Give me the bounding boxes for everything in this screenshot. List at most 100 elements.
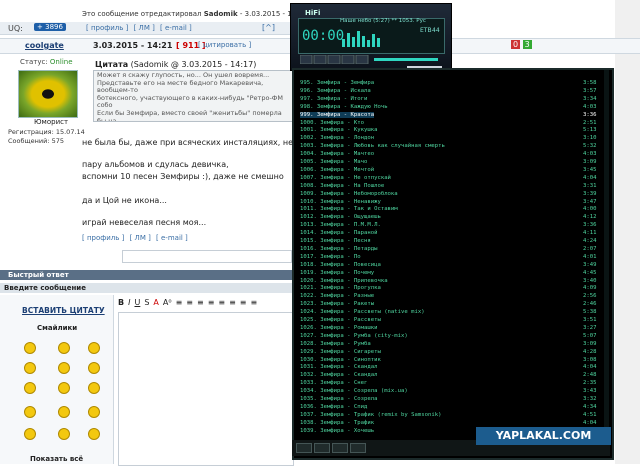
email-link[interactable]: [ e-mail ] [156, 234, 188, 242]
playlist-item[interactable]: 995. Земфира - Земфира 3:58 [300, 80, 596, 86]
playlist-item[interactable]: 1006. Земфира - Мечтой 3:45 [300, 167, 596, 173]
profile-link[interactable]: [ профиль ] [82, 234, 124, 242]
playlist-misc-button[interactable] [350, 443, 366, 453]
email-link[interactable]: [ e-mail ] [160, 24, 192, 32]
jump-select[interactable] [122, 250, 292, 263]
uq-badge[interactable]: + 3896 [34, 23, 66, 31]
playlist-item[interactable]: 997. Земфира - Итоги 3:34 [300, 96, 596, 102]
avatar[interactable] [18, 70, 78, 118]
smiley-icon[interactable] [88, 382, 100, 394]
smiley-icon[interactable] [88, 406, 100, 418]
toolbar-button[interactable]: ≡ [176, 298, 183, 307]
quote-link[interactable]: [ цитировать ] [198, 41, 251, 49]
profile-link[interactable]: [ профиль ] [86, 24, 128, 32]
toolbar-button[interactable]: ≡ [240, 298, 247, 307]
playlist-item[interactable]: 1000. Земфира - Кто 2:51 [300, 120, 596, 126]
message-textarea[interactable] [118, 312, 294, 466]
playlist-item[interactable]: 1002. Земфира - Лондон 3:10 [300, 135, 596, 141]
playlist-item[interactable]: 1004. Земфира - Мачтео 4:03 [300, 151, 596, 157]
author-nick[interactable]: coolgate [25, 41, 64, 50]
playlist-item[interactable]: 999. Земфира - Красота 3:36 [300, 111, 596, 118]
toolbar-button[interactable]: A [153, 298, 158, 307]
playlist-item[interactable]: 1012. Земфира - Ощущаешь 4:12 [300, 214, 596, 220]
playlist-item[interactable]: 1025. Земфира - Рассветы 3:51 [300, 317, 596, 323]
smiley-icon[interactable] [58, 428, 70, 440]
show-all-smileys[interactable]: Показать всё [30, 455, 83, 463]
playlist-item[interactable]: 1031. Земфира - Скандал 4:04 [300, 364, 596, 370]
playlist-item[interactable]: 1032. Земфира - Скандал 2:48 [300, 372, 596, 378]
smiley-icon[interactable] [58, 406, 70, 418]
playlist-item[interactable]: 1024. Земфира - Рассветы (native mix) 5:3… [300, 309, 596, 315]
playlist-select-button[interactable] [332, 443, 348, 453]
playlist-item[interactable]: 1010. Земфира - Ненавижу 3:47 [300, 199, 596, 205]
rating-down[interactable]: 0 [511, 40, 521, 49]
playlist-item[interactable]: 1013. Земфира - П.М.М.Л. 3:36 [300, 222, 596, 228]
smiley-icon[interactable] [24, 342, 36, 354]
playlist-item[interactable]: 1037. Земфира - Трафик (remix by Samsoni… [300, 412, 596, 418]
track-duration: 3:39 [583, 190, 597, 197]
playlist-item[interactable]: 1033. Земфира - Снег 2:35 [300, 380, 596, 386]
playlist-item[interactable]: 1020. Земфира - Припевочка 3:40 [300, 278, 596, 284]
pm-link[interactable]: [ ЛМ ] [134, 24, 155, 32]
playlist-item[interactable]: 1008. Земфира - На Пошлое 3:31 [300, 183, 596, 189]
toolbar-button[interactable]: ≡ [251, 298, 258, 307]
smiley-icon[interactable] [88, 342, 100, 354]
playlist-scrollbar[interactable] [604, 70, 609, 438]
rating-up[interactable]: 3 [522, 40, 532, 49]
track-name: 1027. Земфира - Румба (city-mix) [300, 332, 408, 339]
playlist-item[interactable]: 1011. Земфира - Так и Оставим 4:00 [300, 206, 596, 212]
playlist-item[interactable]: 1001. Земфира - Кукушка 5:13 [300, 127, 596, 134]
playlist-item[interactable]: 1034. Земфира - Созрела (mix.ua) 3:43 [300, 388, 596, 394]
smiley-icon[interactable] [24, 382, 36, 394]
playlist-item[interactable]: 1022. Земфира - Разные 2:56 [300, 293, 596, 299]
smiley-icon[interactable] [24, 362, 36, 374]
playlist-item[interactable]: 1030. Земфира - Синоптик 3:08 [300, 357, 596, 363]
toolbar-button[interactable]: ≡ [197, 298, 204, 307]
playlist-item[interactable]: 996. Земфира - Искала 3:57 [300, 88, 596, 94]
playlist-item[interactable]: 1016. Земфира - Петарды 2:07 [300, 246, 596, 252]
smiley-icon[interactable] [58, 342, 70, 354]
playlist-item[interactable]: 1036. Земфира - Спид 4:34 [300, 404, 596, 410]
toolbar-button[interactable]: ≡ [218, 298, 225, 307]
playlist-item[interactable]: 1018. Земфира - Повесица 3:49 [300, 262, 596, 268]
playlist-item[interactable]: 1035. Земфира - Созрела 3:32 [300, 396, 596, 402]
smiley-icon[interactable] [58, 362, 70, 374]
toolbar-button[interactable]: ≡ [229, 298, 236, 307]
playlist-item[interactable]: 1014. Земфира - Параной 4:11 [300, 230, 596, 236]
playlist-item[interactable]: 1005. Земфира - Мачо 3:09 [300, 159, 596, 165]
playlist-add-button[interactable] [296, 443, 312, 453]
toolbar-button[interactable]: U [134, 298, 140, 307]
edited-notice: Это сообщение отредактировал Sadomik - 3… [82, 10, 308, 18]
playlist-item[interactable]: 1019. Земфира - Почему 4:45 [300, 270, 596, 276]
toolbar-button[interactable]: A⁰ [163, 298, 172, 307]
smiley-icon[interactable] [24, 428, 36, 440]
smiley-icon[interactable] [88, 362, 100, 374]
playlist-item[interactable]: 1003. Земфира - Любовь как случайная сме… [300, 143, 596, 149]
playlist-item[interactable]: 1038. Земфира - Трафик 4:04 [300, 420, 596, 426]
pm-link[interactable]: [ ЛМ ] [130, 234, 151, 242]
smiley-icon[interactable] [58, 382, 70, 394]
playlist-item[interactable]: 1007. Земфира - Не отпускай 4:04 [300, 175, 596, 181]
toolbar-button[interactable]: B [118, 298, 124, 307]
playlist-item[interactable]: 1021. Земфира - Прогулка 4:09 [300, 285, 596, 291]
playlist-item[interactable]: 1039. Земфира - Хочешь3:30 [300, 428, 596, 434]
playlist-item[interactable]: 1029. Земфира - Сигареты 4:28 [300, 349, 596, 355]
playlist-item[interactable]: 1023. Земфира - Ракеты 2:46 [300, 301, 596, 307]
playlist-item[interactable]: 1026. Земфира - Ромашки 3:27 [300, 325, 596, 331]
playlist-item[interactable]: 1017. Земфира - По 4:01 [300, 254, 596, 260]
scroll-top-link[interactable]: [^] [262, 23, 275, 32]
playlist-item[interactable]: 1027. Земфира - Румба (city-mix) 5:07 [300, 332, 596, 339]
toolbar-button[interactable]: S [144, 298, 149, 307]
toolbar-button[interactable]: I [128, 298, 130, 307]
playlist-item[interactable]: 1009. Земфира - Небомороблока 3:39 [300, 191, 596, 197]
playlist-item[interactable]: 1028. Земфира - Румба 3:09 [300, 341, 596, 347]
smiley-icon[interactable] [24, 406, 36, 418]
playlist-item[interactable]: 998. Земфира - Каждую Ночь 4:03 [300, 104, 596, 110]
playlist-remove-button[interactable] [314, 443, 330, 453]
smiley-icon[interactable] [88, 428, 100, 440]
insert-quote-button[interactable]: ВСТАВИТЬ ЦИТАТУ [22, 306, 105, 315]
toolbar-button[interactable]: ≡ [208, 298, 215, 307]
toolbar-button[interactable]: ≡ [186, 298, 193, 307]
playlist-item[interactable]: 1015. Земфира - Песня 4:24 [300, 238, 596, 244]
track-name: 1001. Земфира - Кукушка [300, 127, 378, 134]
